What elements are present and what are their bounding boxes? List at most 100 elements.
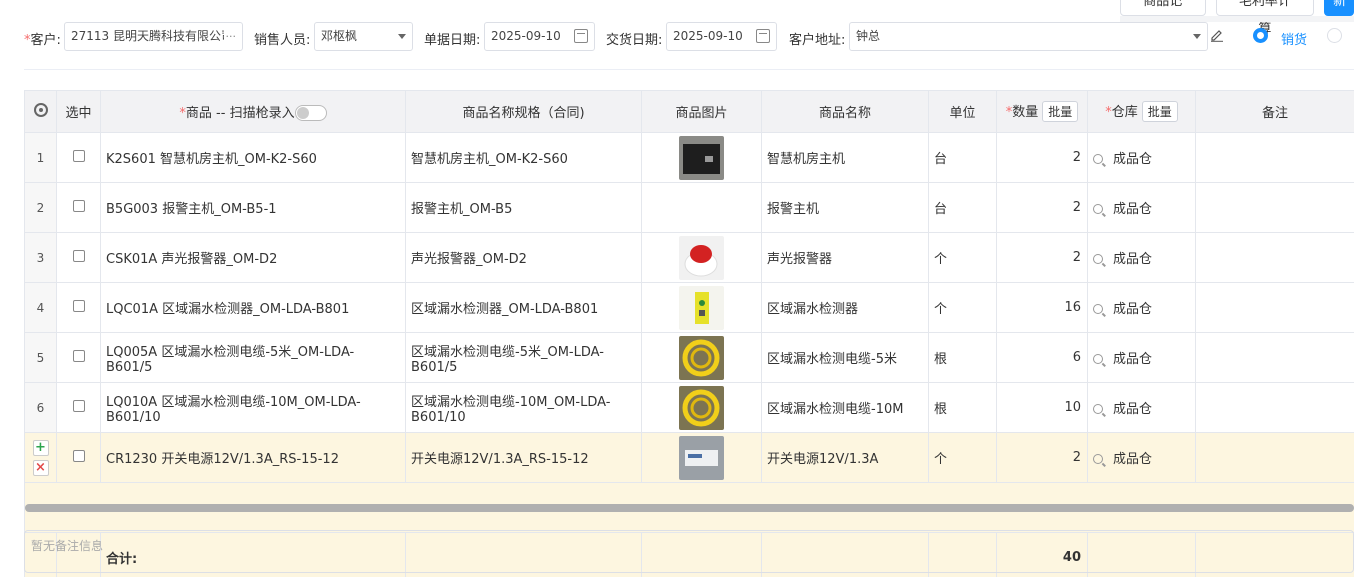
table-row[interactable]: 1 K2S601 智慧机房主机_OM-K2-S60 智慧机房主机_OM-K2-S… [24,132,1354,183]
scanner-toggle[interactable] [294,105,327,122]
search-icon[interactable] [1093,304,1103,314]
address-select[interactable]: 钟总 [849,22,1208,51]
search-icon[interactable] [1093,404,1103,414]
product-cell[interactable]: LQC01A 区域漏水检测器_OM-LDA-B801 [100,282,406,333]
settings-icon[interactable] [33,102,48,117]
product-image[interactable] [679,335,724,380]
spec-cell[interactable]: 开关电源12V/1.3A_RS-15-12 [405,432,642,483]
product-image[interactable] [679,285,724,330]
unit-cell: 台 [928,182,997,233]
unit-cell: 个 [928,282,997,333]
search-icon[interactable] [1093,154,1103,164]
table-row[interactable]: + × CR1230 开关电源12V/1.3A_RS-15-12 开关电源12V… [24,432,1354,483]
customer-field[interactable]: 27113 昆明天腾科技有限公司 ··· [64,22,243,51]
row-checkbox-cell[interactable] [56,332,101,383]
warehouse-cell[interactable]: 成品仓 [1087,232,1196,283]
qty-cell[interactable]: 2 [996,232,1088,283]
row-checkbox[interactable] [72,449,85,462]
note-cell[interactable] [1195,232,1354,283]
add-row-icon[interactable]: + [32,439,49,456]
salesperson-label: 销售人员: [254,33,311,48]
warehouse-cell[interactable]: 成品仓 [1087,332,1196,383]
spec-cell[interactable]: 智慧机房主机_OM-K2-S60 [405,132,642,183]
doc-date-field[interactable]: 2025-09-10 [484,22,595,51]
salesperson-select[interactable]: 邓枢枫 [314,22,413,51]
product-cell[interactable]: LQ010A 区域漏水检测电缆-10M_OM-LDA-B601/10 [100,382,406,433]
note-cell[interactable] [1195,132,1354,183]
note-cell[interactable] [1195,332,1354,383]
product-image[interactable] [679,235,724,280]
row-checkbox-cell[interactable] [56,132,101,183]
table-row[interactable]: 6 LQ010A 区域漏水检测电缆-10M_OM-LDA-B601/10 区域漏… [24,382,1354,433]
table-row[interactable]: 4 LQC01A 区域漏水检测器_OM-LDA-B801 区域漏水检测器_OM-… [24,282,1354,333]
product-cell[interactable]: CSK01A 声光报警器_OM-D2 [100,232,406,283]
warehouse-cell[interactable]: 成品仓 [1087,282,1196,333]
row-checkbox[interactable] [72,299,85,312]
warehouse-cell[interactable]: 成品仓 [1087,432,1196,483]
product-record-button[interactable]: 商品记录 [1120,0,1206,36]
product-cell[interactable]: B5G003 报警主机_OM-B5-1 [100,182,406,233]
spec-cell[interactable]: 声光报警器_OM-D2 [405,232,642,283]
spec-cell[interactable]: 区域漏水检测器_OM-LDA-B801 [405,282,642,333]
search-icon[interactable] [1093,354,1103,364]
warehouse-cell[interactable]: 成品仓 [1087,132,1196,183]
note-cell[interactable] [1195,282,1354,333]
qty-cell[interactable]: 2 [996,132,1088,183]
row-checkbox-cell[interactable] [56,232,101,283]
qty-cell[interactable]: 2 [996,432,1088,483]
qty-cell[interactable]: 6 [996,332,1088,383]
row-checkbox-cell[interactable] [56,182,101,233]
warehouse-cell[interactable]: 成品仓 [1087,182,1196,233]
margin-calc-button[interactable]: 毛利率计算 [1215,0,1315,36]
spec-cell[interactable]: 报警主机_OM-B5 [405,182,642,233]
search-icon[interactable] [1093,204,1103,214]
product-cell[interactable]: LQ005A 区域漏水检测电缆-5米_OM-LDA-B601/5 [100,332,406,383]
col-warehouse: *仓库 批量 [1087,90,1196,133]
remark-textarea[interactable]: 暂无备注信息 [24,530,1354,573]
return-radio[interactable] [1327,28,1342,43]
product-image[interactable] [679,435,724,480]
column-settings[interactable] [24,90,57,133]
col-note: 备注 [1195,90,1354,133]
search-icon[interactable] [1093,454,1103,464]
name-cell: 开关电源12V/1.3A [761,432,929,483]
delivery-date-field[interactable]: 2025-09-10 [666,22,777,51]
row-checkbox[interactable] [72,249,85,262]
col-unit: 单位 [928,90,997,133]
row-checkbox-cell[interactable] [56,432,101,483]
row-checkbox[interactable] [72,199,85,212]
product-cell[interactable]: CR1230 开关电源12V/1.3A_RS-15-12 [100,432,406,483]
row-checkbox[interactable] [72,349,85,362]
row-checkbox[interactable] [72,399,85,412]
spec-cell[interactable]: 区域漏水检测电缆-10M_OM-LDA-B601/10 [405,382,642,433]
table-header: 选中 *商品 -- 扫描枪录入 商品名称规格（合同) 商品图片 商品名称 单位 … [24,90,1354,133]
note-cell[interactable] [1195,432,1354,483]
new-button[interactable]: 新 [1324,0,1354,16]
qty-cell[interactable]: 16 [996,282,1088,333]
search-icon[interactable] [1093,254,1103,264]
product-image[interactable] [679,385,724,430]
qty-cell[interactable]: 2 [996,182,1088,233]
product-cell[interactable]: K2S601 智慧机房主机_OM-K2-S60 [100,132,406,183]
product-image[interactable] [679,135,724,180]
sales-radio[interactable] [1253,28,1268,43]
row-checkbox[interactable] [72,149,85,162]
more-icon[interactable]: ··· [223,23,236,50]
table-row[interactable]: 2 B5G003 报警主机_OM-B5-1 报警主机_OM-B5 报警主机 台 … [24,182,1354,233]
row-index: 3 [24,232,57,283]
warehouse-batch-button[interactable]: 批量 [1141,101,1178,122]
row-checkbox-cell[interactable] [56,382,101,433]
spec-cell[interactable]: 区域漏水检测电缆-5米_OM-LDA-B601/5 [405,332,642,383]
note-cell[interactable] [1195,182,1354,233]
qty-cell[interactable]: 10 [996,382,1088,433]
horizontal-scrollbar[interactable] [24,482,1354,533]
note-cell[interactable] [1195,382,1354,433]
table-row[interactable]: 5 LQ005A 区域漏水检测电缆-5米_OM-LDA-B601/5 区域漏水检… [24,332,1354,383]
scrollbar-thumb[interactable] [25,503,1354,512]
delete-row-icon[interactable]: × [32,459,49,476]
row-checkbox-cell[interactable] [56,282,101,333]
edit-icon[interactable] [1210,28,1224,42]
qty-batch-button[interactable]: 批量 [1042,101,1079,122]
warehouse-cell[interactable]: 成品仓 [1087,382,1196,433]
table-row[interactable]: 3 CSK01A 声光报警器_OM-D2 声光报警器_OM-D2 声光报警器 个… [24,232,1354,283]
